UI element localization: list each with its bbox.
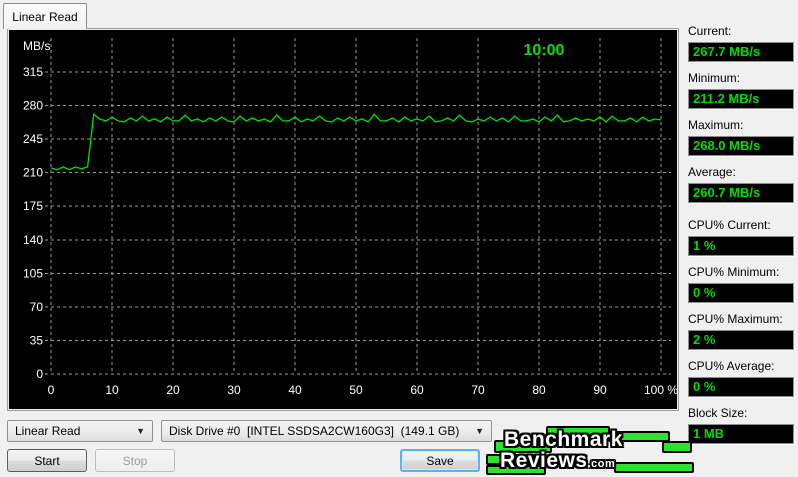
start-button-label: Start bbox=[34, 453, 60, 468]
drive-select-value: Disk Drive #0 [INTEL SSDSA2CW160G3] (149… bbox=[169, 424, 460, 438]
svg-text:35: 35 bbox=[30, 333, 44, 347]
stat-value-box: 0 % bbox=[688, 377, 794, 397]
stat-label: CPU% Minimum: bbox=[688, 265, 780, 279]
chart-panel: MB/s 315 280 245 210 175 140 105 70 35 0 0 10 20 30 40 5… bbox=[7, 28, 679, 411]
svg-text:70: 70 bbox=[471, 383, 485, 397]
stat-label: CPU% Current: bbox=[688, 218, 771, 232]
svg-text:70: 70 bbox=[30, 300, 44, 314]
logo-text-reviews: Reviews.com bbox=[500, 449, 616, 472]
svg-text:10: 10 bbox=[105, 383, 119, 397]
svg-text:100 %: 100 % bbox=[644, 383, 677, 397]
svg-text:245: 245 bbox=[23, 132, 43, 146]
svg-text:80: 80 bbox=[532, 383, 546, 397]
chevron-down-icon: ▼ bbox=[475, 426, 484, 436]
tab-linear-read[interactable]: Linear Read bbox=[3, 3, 87, 29]
svg-text:105: 105 bbox=[23, 266, 43, 280]
save-button-label: Save bbox=[426, 453, 454, 468]
stat-block-size: Block Size: 1 MB bbox=[688, 406, 794, 444]
benchmark-chart: MB/s 315 280 245 210 175 140 105 70 35 00 10 20 30 40 5… bbox=[23, 38, 677, 397]
tab-label: Linear Read bbox=[12, 9, 78, 24]
stat-cpu-current: CPU% Current: 1 % bbox=[688, 218, 794, 256]
svg-text:0: 0 bbox=[48, 383, 55, 397]
stat-cpu-maximum: CPU% Maximum: 2 % bbox=[688, 312, 794, 350]
start-button[interactable]: Start bbox=[7, 449, 87, 472]
svg-text:315: 315 bbox=[23, 65, 43, 79]
stat-label: Maximum: bbox=[688, 118, 744, 132]
benchmark-reviews-logo: Benchmark Reviews.com bbox=[486, 426, 700, 477]
stat-cpu-average: CPU% Average: 0 % bbox=[688, 359, 794, 397]
stat-value-box: 1 MB bbox=[688, 424, 794, 444]
svg-text:50: 50 bbox=[349, 383, 363, 397]
svg-text:280: 280 bbox=[23, 99, 43, 113]
svg-text:175: 175 bbox=[23, 199, 43, 213]
svg-text:0: 0 bbox=[36, 367, 43, 381]
stat-value-box: 260.7 MB/s bbox=[688, 183, 794, 203]
stat-maximum: Maximum: 268.0 MB/s bbox=[688, 118, 794, 156]
stat-cpu-minimum: CPU% Minimum: 0 % bbox=[688, 265, 794, 303]
svg-text:10:00: 10:00 bbox=[524, 42, 565, 59]
stat-value-box: 268.0 MB/s bbox=[688, 136, 794, 156]
stat-value-box: 0 % bbox=[688, 283, 794, 303]
svg-text:140: 140 bbox=[23, 233, 43, 247]
stat-label: Minimum: bbox=[688, 71, 741, 85]
stop-button-label: Stop bbox=[122, 453, 148, 468]
stat-current: Current: 267.7 MB/s bbox=[688, 24, 794, 62]
stop-button[interactable]: Stop bbox=[95, 449, 175, 472]
chevron-down-icon: ▼ bbox=[136, 426, 145, 436]
svg-text:MB/s: MB/s bbox=[23, 39, 50, 53]
svg-text:20: 20 bbox=[166, 383, 180, 397]
stat-value-box: 1 % bbox=[688, 236, 794, 256]
save-button[interactable]: Save bbox=[400, 449, 480, 472]
stat-minimum: Minimum: 211.2 MB/s bbox=[688, 71, 794, 109]
stats-panel: Current: 267.7 MB/s Minimum: 211.2 MB/s … bbox=[688, 24, 794, 453]
svg-text:210: 210 bbox=[23, 166, 43, 180]
test-mode-value: Linear Read bbox=[15, 424, 81, 438]
stat-label: Average: bbox=[688, 165, 736, 179]
stat-label: CPU% Average: bbox=[688, 359, 775, 373]
stat-value-box: 211.2 MB/s bbox=[688, 89, 794, 109]
stat-average: Average: 260.7 MB/s bbox=[688, 165, 794, 203]
svg-text:90: 90 bbox=[593, 383, 607, 397]
stat-label: Current: bbox=[688, 24, 732, 38]
logo-text-benchmark: Benchmark bbox=[504, 428, 623, 451]
logo-bar bbox=[614, 462, 694, 473]
svg-text:40: 40 bbox=[288, 383, 302, 397]
stat-value-box: 267.7 MB/s bbox=[688, 42, 794, 62]
drive-select[interactable]: Disk Drive #0 [INTEL SSDSA2CW160G3] (149… bbox=[161, 420, 492, 442]
benchmark-app-window: Linear Read MB/s 315 280 245 210 175 140 105 70 3… bbox=[0, 0, 798, 477]
stat-value-box: 2 % bbox=[688, 330, 794, 350]
logo-bar bbox=[662, 441, 692, 453]
logo-text-com: .com bbox=[587, 458, 616, 470]
stat-label: CPU% Maximum: bbox=[688, 312, 783, 326]
svg-text:30: 30 bbox=[227, 383, 241, 397]
svg-text:60: 60 bbox=[410, 383, 424, 397]
test-mode-select[interactable]: Linear Read ▼ bbox=[7, 420, 153, 442]
stat-label: Block Size: bbox=[688, 406, 748, 420]
